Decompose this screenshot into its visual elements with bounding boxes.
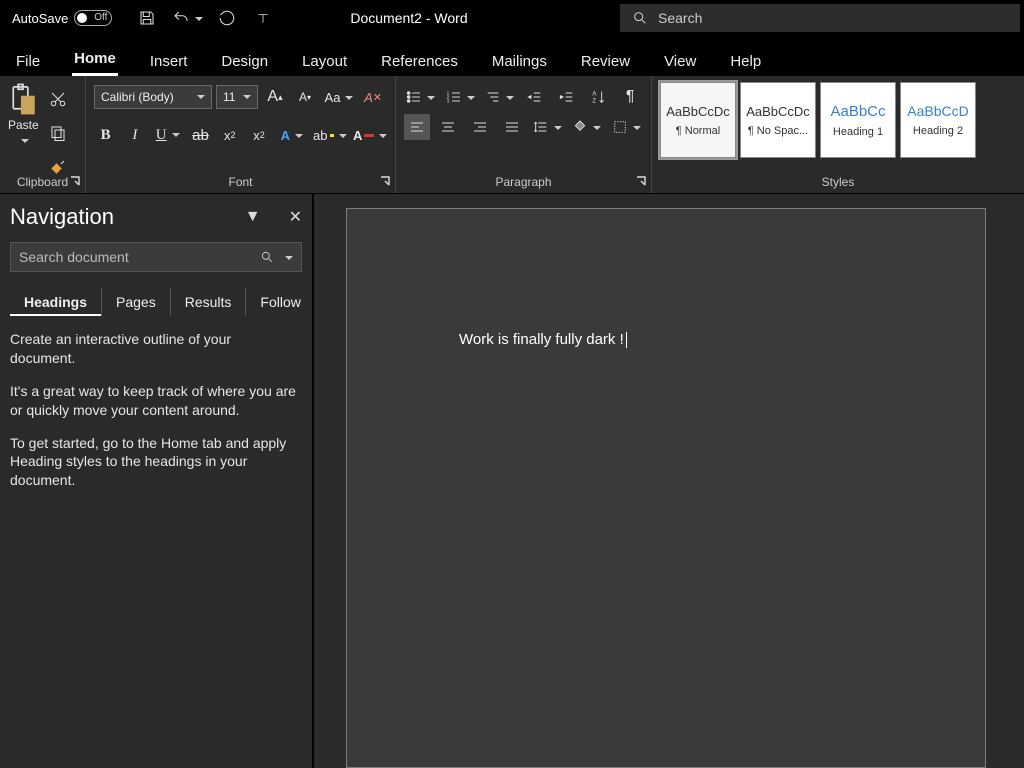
qat-customize-icon[interactable] xyxy=(250,5,276,31)
undo-icon[interactable] xyxy=(170,5,204,31)
nav-hint-3: To get started, go to the Home tab and a… xyxy=(10,434,300,491)
numbering-icon[interactable]: 123 xyxy=(444,84,478,110)
nav-tab-results[interactable]: Results xyxy=(170,288,246,316)
grow-font-icon[interactable]: A▴ xyxy=(262,84,288,110)
bold-button[interactable]: B xyxy=(94,122,117,148)
chevron-down-icon[interactable] xyxy=(282,249,293,265)
style-no-spacing[interactable]: AaBbCcDc ¶ No Spac... xyxy=(740,82,816,158)
underline-button[interactable]: U xyxy=(153,122,183,148)
tab-view[interactable]: View xyxy=(662,45,698,76)
quick-access-toolbar xyxy=(128,5,282,31)
cut-icon[interactable] xyxy=(45,86,71,112)
document-title: Document2 - Word xyxy=(350,10,467,26)
nav-title: Navigation xyxy=(10,204,114,230)
copy-icon[interactable] xyxy=(45,120,71,146)
ribbon-tabs: File Home Insert Design Layout Reference… xyxy=(0,36,1024,76)
font-color-icon[interactable]: A xyxy=(353,122,387,148)
borders-icon[interactable] xyxy=(610,114,644,140)
group-label-font: Font xyxy=(86,175,395,189)
svg-text:A: A xyxy=(592,92,596,98)
group-font: Calibri (Body) 11 A▴ A▾ Aa A✕ B I U ab x… xyxy=(86,76,396,193)
show-paragraph-marks-icon[interactable]: ¶ xyxy=(617,84,643,110)
style-heading-2[interactable]: AaBbCcD Heading 2 xyxy=(900,82,976,158)
style-normal[interactable]: AaBbCcDc ¶ Normal xyxy=(660,82,736,158)
dialog-launcher-icon[interactable] xyxy=(379,175,391,187)
shading-icon[interactable] xyxy=(570,114,604,140)
nav-tabs: Headings Pages Results Follow › xyxy=(10,288,302,316)
nav-tab-headings[interactable]: Headings xyxy=(10,288,101,316)
decrease-indent-icon[interactable] xyxy=(523,84,549,110)
chevron-down-icon xyxy=(18,134,29,148)
clear-formatting-icon[interactable]: A✕ xyxy=(360,84,386,110)
text-effects-icon[interactable]: A xyxy=(277,122,307,148)
nav-dropdown-icon[interactable]: ▼ xyxy=(245,208,261,226)
font-name-combo[interactable]: Calibri (Body) xyxy=(94,85,212,109)
font-size-combo[interactable]: 11 xyxy=(216,85,258,109)
main-area: Navigation ▼ ✕ Search document Headings … xyxy=(0,194,1024,768)
nav-search[interactable]: Search document xyxy=(10,242,302,272)
sort-icon[interactable]: AZ xyxy=(586,84,612,110)
tab-design[interactable]: Design xyxy=(219,45,270,76)
group-styles: AaBbCcDc ¶ Normal AaBbCcDc ¶ No Spac... … xyxy=(652,76,1024,193)
redo-icon[interactable] xyxy=(214,5,240,31)
nav-search-placeholder: Search document xyxy=(19,249,260,265)
nav-close-icon[interactable]: ✕ xyxy=(289,207,302,227)
dialog-launcher-icon[interactable] xyxy=(635,175,647,187)
align-right-icon[interactable] xyxy=(467,114,493,140)
ribbon: Paste Clipboard Calibri (Body) 11 A▴ xyxy=(0,76,1024,194)
tab-mailings[interactable]: Mailings xyxy=(490,45,549,76)
tab-insert[interactable]: Insert xyxy=(148,45,190,76)
tab-layout[interactable]: Layout xyxy=(300,45,349,76)
toggle-knob-icon xyxy=(77,13,87,23)
title-search-placeholder: Search xyxy=(658,10,702,26)
nav-tab-pages[interactable]: Pages xyxy=(101,288,170,316)
tab-references[interactable]: References xyxy=(379,45,460,76)
navigation-pane: Navigation ▼ ✕ Search document Headings … xyxy=(0,194,314,768)
subscript-button[interactable]: x2 xyxy=(218,122,241,148)
document-area[interactable]: Work is finally fully dark ! xyxy=(314,194,1024,768)
align-center-icon[interactable] xyxy=(436,114,462,140)
change-case-icon[interactable]: Aa xyxy=(322,84,356,110)
svg-text:3: 3 xyxy=(446,98,449,103)
tab-home[interactable]: Home xyxy=(72,42,118,76)
increase-indent-icon[interactable] xyxy=(554,84,580,110)
highlight-color-icon[interactable]: ab xyxy=(313,122,347,148)
align-left-icon[interactable] xyxy=(404,114,430,140)
group-clipboard: Paste Clipboard xyxy=(0,76,86,193)
nav-hint-1: Create an interactive outline of your do… xyxy=(10,330,300,368)
search-icon xyxy=(632,10,648,26)
search-icon xyxy=(260,250,274,264)
autosave-toggle[interactable]: AutoSave Off xyxy=(4,10,120,26)
shrink-font-icon[interactable]: A▾ xyxy=(292,84,318,110)
line-spacing-icon[interactable] xyxy=(531,114,565,140)
strikethrough-button[interactable]: ab xyxy=(189,122,212,148)
document-body-text: Work is finally fully dark ! xyxy=(459,331,624,348)
save-icon[interactable] xyxy=(134,5,160,31)
tab-file[interactable]: File xyxy=(14,45,42,76)
superscript-button[interactable]: x2 xyxy=(247,122,270,148)
autosave-switch[interactable]: Off xyxy=(74,10,112,26)
svg-text:Z: Z xyxy=(592,98,596,104)
multilevel-list-icon[interactable] xyxy=(483,84,517,110)
nav-hint-2: It's a great way to keep track of where … xyxy=(10,382,300,420)
group-label-paragraph: Paragraph xyxy=(396,175,651,189)
italic-button[interactable]: I xyxy=(123,122,146,148)
text-cursor-icon xyxy=(626,332,627,348)
title-search[interactable]: Search xyxy=(620,4,1020,32)
bullets-icon[interactable] xyxy=(404,84,438,110)
autosave-label: AutoSave xyxy=(12,11,68,26)
title-bar: AutoSave Off Document2 - Word Search xyxy=(0,0,1024,36)
tab-review[interactable]: Review xyxy=(579,45,632,76)
style-heading-1[interactable]: AaBbCc Heading 1 xyxy=(820,82,896,158)
tab-help[interactable]: Help xyxy=(728,45,763,76)
dialog-launcher-icon[interactable] xyxy=(69,175,81,187)
group-paragraph: 123 AZ ¶ Paragraph xyxy=(396,76,652,193)
nav-tab-follow[interactable]: Follow xyxy=(245,288,314,316)
document-page[interactable]: Work is finally fully dark ! xyxy=(346,208,986,768)
nav-body: Create an interactive outline of your do… xyxy=(10,330,302,504)
justify-icon[interactable] xyxy=(499,114,525,140)
group-label-styles: Styles xyxy=(652,175,1024,189)
